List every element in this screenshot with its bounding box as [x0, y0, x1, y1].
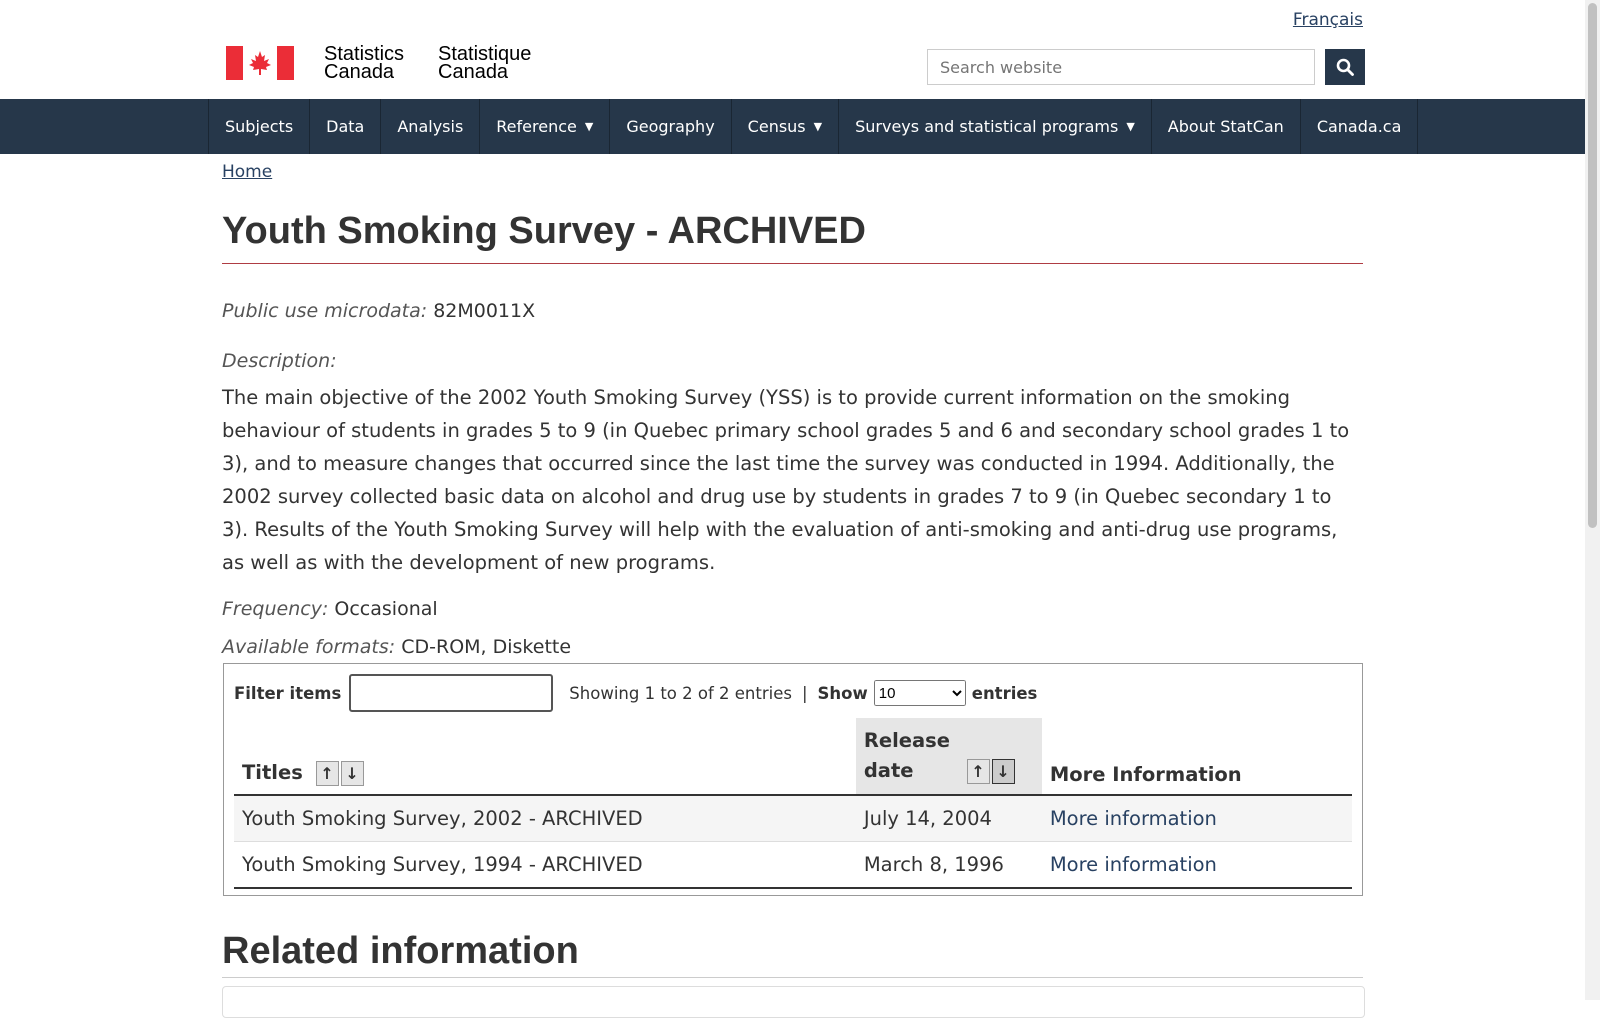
pumf-value: 82M0011X	[433, 300, 536, 322]
sort-descending-icon[interactable]: ↓	[340, 761, 364, 786]
table-row: Youth Smoking Survey, 1994 - ARCHIVED Mar…	[234, 841, 1352, 889]
page-scrollbar[interactable]	[1585, 0, 1600, 1000]
row-release-date: March 8, 1996	[863, 853, 1004, 876]
scrollbar-thumb[interactable]	[1588, 3, 1597, 528]
nav-item-census[interactable]: Census ▼	[730, 99, 838, 154]
nav-item-geography[interactable]: Geography	[609, 99, 730, 154]
chevron-down-icon: ▼	[813, 120, 823, 133]
column-header-more-info: More Information	[1041, 718, 1352, 796]
description-text: The main objective of the 2002 Youth Smo…	[222, 386, 1350, 574]
results-table: Titles ↑ ↓ Release date ↑ ↓ More Informati…	[234, 718, 1352, 889]
nav-item-label: Data	[326, 117, 365, 136]
more-information-link[interactable]: More information	[1050, 807, 1217, 830]
row-title: Youth Smoking Survey, 1994 - ARCHIVED	[242, 853, 643, 876]
site-brand[interactable]: Statistics Canada Statistique Canada	[226, 44, 531, 83]
nav-item-label: Census	[747, 117, 806, 136]
row-release-date-cell: July 14, 2004	[855, 795, 1042, 842]
column-header-titles[interactable]: Titles ↑ ↓	[234, 718, 856, 796]
chevron-down-icon: ▼	[584, 120, 594, 133]
nav-item-label: Reference	[496, 117, 577, 136]
chevron-down-icon: ▼	[1126, 120, 1135, 133]
signature-fr-line2: Canada	[438, 61, 509, 83]
related-information-heading: Related information	[222, 930, 1363, 978]
page-title: Youth Smoking Survey - ARCHIVED	[222, 210, 1363, 264]
search-form	[927, 49, 1365, 85]
canada-flag-icon	[226, 46, 294, 80]
table-row: Youth Smoking Survey, 2002 - ARCHIVED Jul…	[234, 795, 1352, 842]
release-date-sort-controls[interactable]: ↑ ↓	[966, 759, 1017, 784]
titles-header-label: Titles	[242, 761, 303, 784]
more-information-link-cell: More information	[1041, 795, 1352, 842]
frequency-line: Frequency: Occasional	[222, 598, 438, 620]
more-information-link-cell: More information	[1041, 841, 1352, 889]
search-button[interactable]	[1325, 49, 1365, 85]
row-title-cell: Youth Smoking Survey, 1994 - ARCHIVED	[234, 841, 856, 889]
related-information-panel	[222, 986, 1365, 1018]
nav-item-data[interactable]: Data	[309, 99, 380, 154]
nav-item-reference[interactable]: Reference ▼	[479, 99, 609, 154]
formats-value: CD-ROM, Diskette	[401, 636, 572, 658]
frequency-value: Occasional	[334, 598, 438, 620]
formats-line: Available formats: CD-ROM, Diskette	[222, 636, 571, 658]
description-label-line: Description:	[222, 350, 337, 372]
row-title: Youth Smoking Survey, 2002 - ARCHIVED	[242, 807, 643, 830]
sort-descending-active-icon[interactable]: ↓	[991, 759, 1015, 784]
nav-item-label: Analysis	[397, 117, 464, 136]
language-toggle-link[interactable]: Français	[1293, 10, 1363, 30]
column-header-release-date[interactable]: Release date ↑ ↓	[855, 718, 1042, 796]
search-input[interactable]	[927, 49, 1315, 85]
nav-item-label: Geography	[626, 117, 715, 136]
search-icon	[1336, 58, 1354, 76]
nav-item-surveys-and-statistical-programs[interactable]: Surveys and statistical programs ▼	[838, 99, 1151, 154]
nav-item-label: Subjects	[225, 117, 294, 136]
filter-label: Filter items	[234, 683, 342, 703]
breadcrumb-home[interactable]: Home	[222, 162, 272, 182]
release-date-header-label: Release date	[863, 729, 950, 782]
more-information-link[interactable]: More information	[1050, 853, 1217, 876]
description-label: Description:	[222, 350, 337, 372]
maple-leaf-icon	[249, 51, 271, 75]
row-title-cell: Youth Smoking Survey, 2002 - ARCHIVED	[234, 795, 856, 842]
results-table-panel: Filter items Showing 1 to 2 of 2 entries…	[223, 663, 1363, 896]
pumf-line: Public use microdata: 82M0011X	[222, 300, 535, 322]
table-controls: Filter items Showing 1 to 2 of 2 entries…	[234, 674, 1037, 712]
sort-ascending-icon[interactable]: ↑	[966, 759, 990, 784]
row-release-date: July 14, 2004	[863, 807, 992, 830]
pumf-label: Public use microdata:	[222, 300, 428, 322]
main-menu: Subjects Data Analysis Reference ▼ Geography C…	[0, 99, 1585, 154]
show-label: Show	[817, 683, 868, 703]
signature-en-line2: Canada	[324, 61, 395, 83]
entries-per-page-select[interactable]: 10	[873, 680, 966, 706]
formats-label: Available formats:	[222, 636, 396, 658]
filter-input[interactable]	[349, 674, 554, 712]
separator: |	[801, 683, 808, 703]
row-release-date-cell: March 8, 1996	[855, 841, 1042, 889]
titles-sort-controls[interactable]: ↑ ↓	[315, 761, 366, 786]
nav-item-label: About StatCan	[1167, 117, 1284, 136]
frequency-label: Frequency:	[222, 598, 329, 620]
nav-item-label: Canada.ca	[1316, 117, 1402, 136]
signature: Statistics Canada Statistique Canada	[324, 44, 531, 83]
sort-ascending-icon[interactable]: ↑	[315, 761, 339, 786]
entries-label: entries	[971, 683, 1038, 703]
entries-count-text: Showing 1 to 2 of 2 entries	[569, 683, 792, 703]
nav-item-label: Surveys and statistical programs	[855, 117, 1119, 136]
nav-item-analysis[interactable]: Analysis	[380, 99, 479, 154]
nav-item-about-statcan[interactable]: About StatCan	[1150, 99, 1300, 154]
nav-item-subjects[interactable]: Subjects	[208, 99, 309, 154]
nav-item-canada-ca[interactable]: Canada.ca	[1299, 99, 1419, 154]
